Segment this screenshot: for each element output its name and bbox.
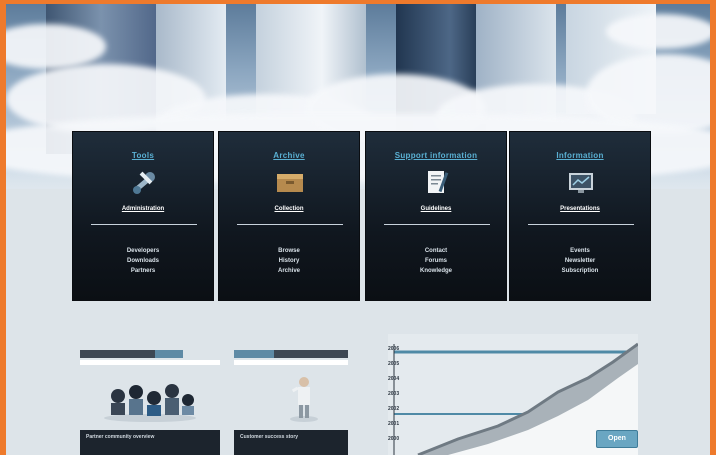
promo-caption[interactable]: Partner community overview xyxy=(80,430,220,455)
card-divider xyxy=(237,224,343,225)
card-link[interactable]: Presentations xyxy=(510,206,650,212)
card-title[interactable]: Information xyxy=(510,151,650,160)
monitor-screen-icon xyxy=(566,168,596,198)
feature-card-information[interactable]: Information Presentations Events Newslet… xyxy=(509,131,651,301)
card-line[interactable]: Forums xyxy=(366,256,506,266)
graph-tick-label: 2005 xyxy=(388,361,400,367)
card-line[interactable]: Partners xyxy=(73,266,213,276)
card-links: Contact Forums Knowledge xyxy=(366,246,506,276)
card-line[interactable]: Knowledge xyxy=(366,266,506,276)
card-links: Events Newsletter Subscription xyxy=(510,246,650,276)
card-title[interactable]: Tools xyxy=(73,151,213,160)
open-button[interactable]: Open xyxy=(596,430,638,448)
card-link[interactable]: Administration xyxy=(73,206,213,212)
promo-header-bar xyxy=(274,350,348,358)
document-pen-icon xyxy=(422,168,452,198)
card-line[interactable]: Downloads xyxy=(73,256,213,266)
wrench-tools-icon xyxy=(129,168,159,198)
person-presenting-image[interactable] xyxy=(284,374,324,422)
card-line[interactable]: Events xyxy=(510,246,650,256)
card-divider xyxy=(91,224,197,225)
graph-tick-label: 2000 xyxy=(388,436,400,442)
graph-tick-label: 2002 xyxy=(388,406,400,412)
card-line[interactable]: Archive xyxy=(219,266,359,276)
feature-card-archive[interactable]: Archive Collection Browse History Archiv… xyxy=(218,131,360,301)
people-group-image[interactable] xyxy=(100,374,200,422)
card-title[interactable]: Archive xyxy=(219,151,359,160)
feature-card-support[interactable]: Support information Guidelines Contact F… xyxy=(365,131,507,301)
card-divider xyxy=(528,224,634,225)
card-link[interactable]: Collection xyxy=(219,206,359,212)
graph-tick-label: 2003 xyxy=(388,391,400,397)
card-divider xyxy=(384,224,490,225)
card-line[interactable]: Subscription xyxy=(510,266,650,276)
graph-tick-label: 2001 xyxy=(388,421,400,427)
promo-header-bar xyxy=(80,350,155,358)
card-line[interactable]: Developers xyxy=(73,246,213,256)
card-links: Developers Downloads Partners xyxy=(73,246,213,276)
card-link[interactable]: Guidelines xyxy=(366,206,506,212)
promo-caption[interactable]: Customer success story xyxy=(234,430,348,455)
card-title[interactable]: Support information xyxy=(366,151,506,160)
card-line[interactable]: Browse xyxy=(219,246,359,256)
card-line[interactable]: Newsletter xyxy=(510,256,650,266)
card-line[interactable]: Contact xyxy=(366,246,506,256)
card-links: Browse History Archive xyxy=(219,246,359,276)
graph-tick-label: 2004 xyxy=(388,376,400,382)
graph-tick-label: 2006 xyxy=(388,346,400,352)
archive-box-icon xyxy=(275,168,305,198)
feature-card-tools[interactable]: Tools Administration Developers Download… xyxy=(72,131,214,301)
card-line[interactable]: History xyxy=(219,256,359,266)
page: Tools Administration Developers Download… xyxy=(6,4,710,455)
